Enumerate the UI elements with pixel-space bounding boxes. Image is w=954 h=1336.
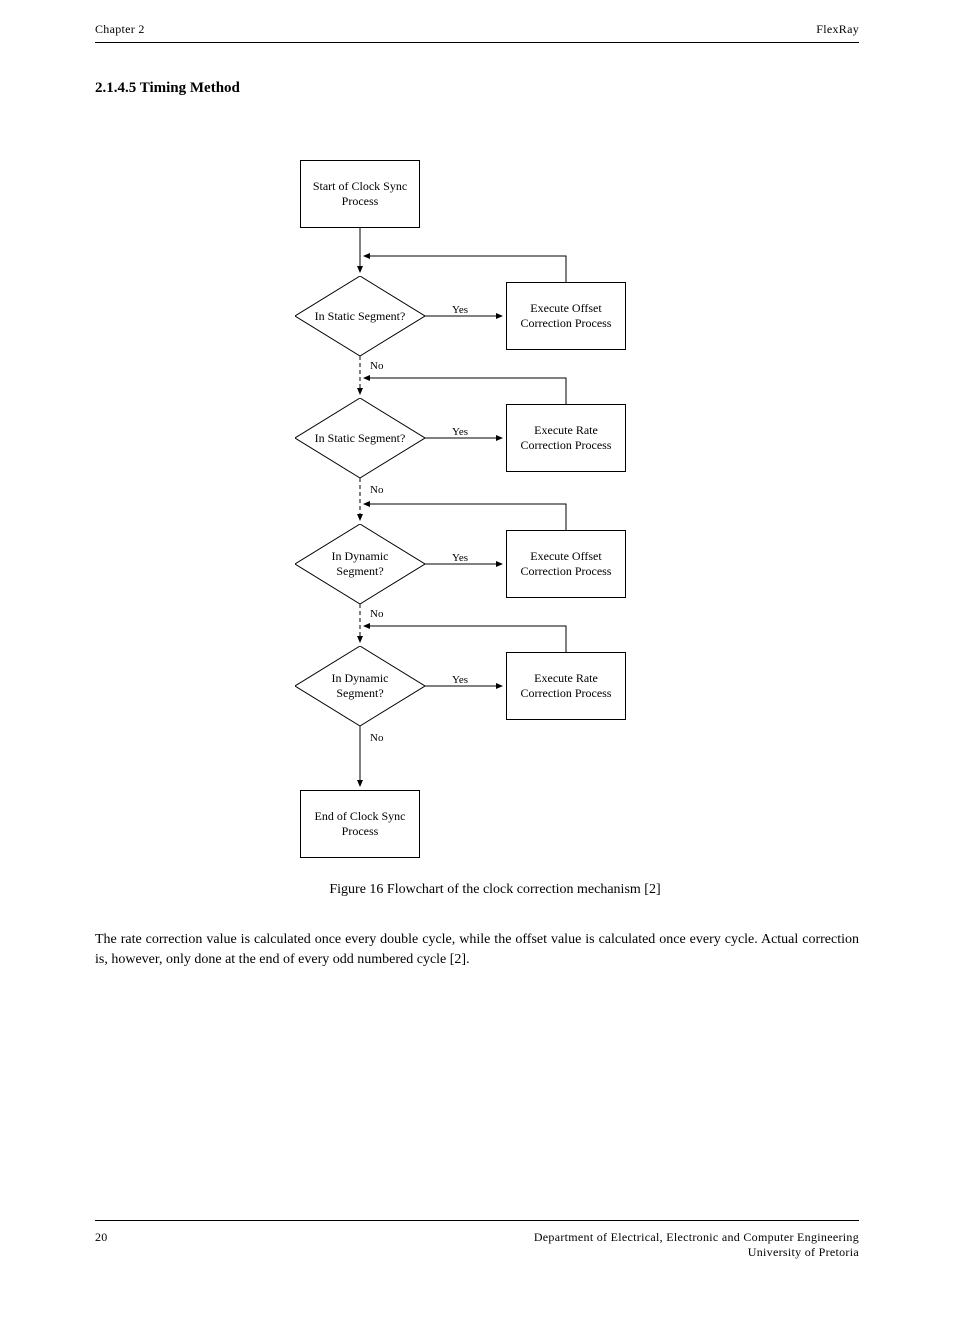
edge-label-no: No <box>368 608 385 620</box>
page: Chapter 2 FlexRay 20 Department of Elect… <box>0 0 954 1336</box>
footer-page-number: 20 <box>95 1230 108 1245</box>
node-decision-dynamic-2: In Dynamic Segment? <box>295 646 425 726</box>
edge-label-yes: Yes <box>450 426 470 438</box>
edge-label-no: No <box>368 360 385 372</box>
edge-label-no: No <box>368 732 385 744</box>
footer-affiliation: Department of Electrical, Electronic and… <box>534 1230 859 1260</box>
figure-caption: Figure 16 Flowchart of the clock correct… <box>255 880 735 900</box>
body-paragraph: The rate correction value is calculated … <box>95 930 859 969</box>
edge-label-no: No <box>368 484 385 496</box>
node-start: Start of Clock Sync Process <box>300 160 420 228</box>
edge-label-yes: Yes <box>450 552 470 564</box>
node-end: End of Clock Sync Process <box>300 790 420 858</box>
flowchart: Start of Clock Sync Process In Static Se… <box>0 0 954 900</box>
node-action-rate-1: Execute Rate Correction Process <box>506 404 626 472</box>
node-decision-static-1: In Static Segment? <box>295 276 425 356</box>
node-decision-static-2: In Static Segment? <box>295 398 425 478</box>
node-action-offset-1: Execute Offset Correction Process <box>506 282 626 350</box>
rule-bottom <box>95 1220 859 1221</box>
node-action-offset-2: Execute Offset Correction Process <box>506 530 626 598</box>
edge-label-yes: Yes <box>450 674 470 686</box>
node-action-rate-2: Execute Rate Correction Process <box>506 652 626 720</box>
edge-label-yes: Yes <box>450 304 470 316</box>
flowchart-arrows <box>0 0 954 900</box>
node-decision-dynamic-1: In Dynamic Segment? <box>295 524 425 604</box>
